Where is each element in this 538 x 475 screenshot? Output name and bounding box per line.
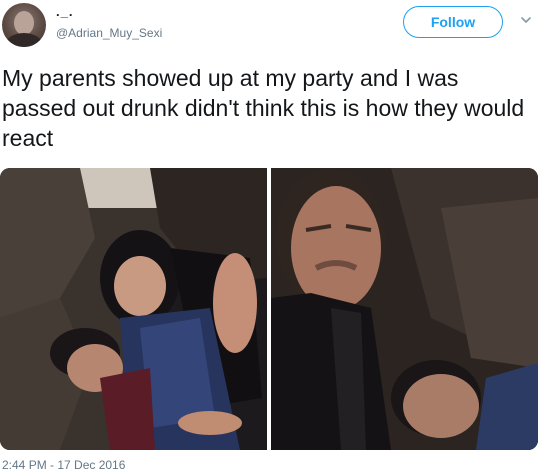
display-name[interactable]: ._. <box>56 4 73 19</box>
photo-left-image <box>0 168 267 450</box>
tweet-timestamp[interactable]: 2:44 PM - 17 Dec 2016 <box>2 458 125 472</box>
tweet-media[interactable] <box>0 168 538 450</box>
photo-right[interactable] <box>271 168 538 450</box>
photo-right-image <box>271 168 538 450</box>
tweet-text: My parents showed up at my party and I w… <box>2 65 525 151</box>
tweet-card: ._. @Adrian_Muy_Sexi Follow My parents s… <box>0 0 538 475</box>
follow-button[interactable]: Follow <box>403 6 503 38</box>
user-handle[interactable]: @Adrian_Muy_Sexi <box>56 26 162 40</box>
avatar-body <box>6 33 42 47</box>
avatar-face <box>14 11 34 35</box>
photo-left[interactable] <box>0 168 267 450</box>
chevron-down-icon[interactable] <box>519 13 533 27</box>
avatar[interactable] <box>2 3 46 47</box>
